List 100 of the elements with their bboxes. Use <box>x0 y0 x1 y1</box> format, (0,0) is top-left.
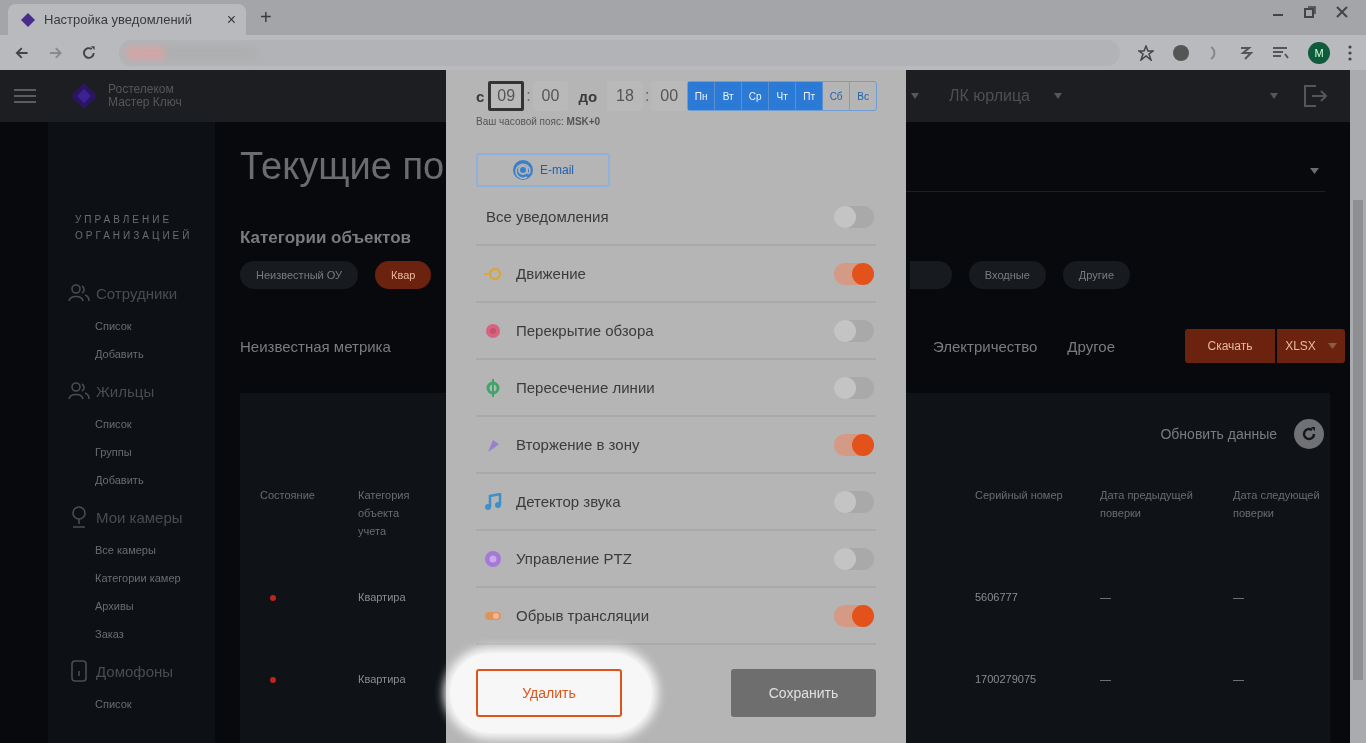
sidebar-group[interactable]: Мои камеры <box>96 508 183 526</box>
category-chip[interactable]: Квар <box>375 261 432 289</box>
browser-tab[interactable]: Настройка уведомлений × <box>8 4 246 35</box>
delete-button[interactable]: Удалить <box>476 669 622 717</box>
section-title: УПРАВЛЕНИЕ ОРГАНИЗАЦИЕЙ <box>75 213 194 243</box>
column-header: Дата предыдущей поверки <box>1100 488 1194 521</box>
refresh-label: Обновить данные <box>1160 426 1277 442</box>
metric-tab[interactable]: Электричество <box>932 337 1038 355</box>
sidebar-group[interactable]: Сотрудники <box>96 284 178 302</box>
timezone-note: Ваш часовой пояс: MSK+0 <box>476 116 602 127</box>
intercom-icon <box>68 659 90 683</box>
hours-field[interactable]: 09 <box>488 81 525 111</box>
diamond-icon <box>20 11 36 28</box>
sidebar-item[interactable]: Список <box>95 690 185 718</box>
notification-label: Все уведомления <box>486 208 609 225</box>
category-chip[interactable]: Входные <box>968 261 1046 289</box>
reload-icon[interactable] <box>81 44 97 61</box>
weekday-toggle[interactable]: Пн <box>688 82 716 110</box>
category-chip[interactable]: Другие <box>1062 261 1130 289</box>
sidebar-item[interactable]: Заказ <box>95 620 185 648</box>
toggle-switch[interactable] <box>834 604 874 627</box>
profile-avatar[interactable]: M <box>1308 41 1330 64</box>
music-note-icon <box>484 492 502 511</box>
caret-icon[interactable] <box>1054 93 1062 99</box>
scrollbar[interactable] <box>1350 70 1366 743</box>
menu-icon[interactable] <box>14 88 36 104</box>
hours-field[interactable]: 18 <box>607 81 643 111</box>
close-icon[interactable] <box>1336 5 1348 18</box>
toggle-switch[interactable] <box>834 319 874 342</box>
caret-icon <box>1310 167 1319 174</box>
sidebar-item[interactable]: Группы <box>95 438 185 466</box>
table-cell-text: 1700279075 <box>975 673 1038 685</box>
sidebar-group[interactable]: Жильцы <box>96 382 155 400</box>
weekday-toggle[interactable]: Чт <box>769 82 797 110</box>
logo-text: Ростелеком Мастер Ключ <box>108 83 182 109</box>
star-icon[interactable] <box>1138 44 1154 61</box>
extension-icon[interactable] <box>1238 44 1254 61</box>
minutes-field[interactable]: 00 <box>532 81 569 111</box>
category-chip[interactable]: Неизвестный ОУ <box>240 261 359 289</box>
notification-label: Пересечение линии <box>516 379 655 396</box>
close-tab-button[interactable]: × <box>226 10 236 29</box>
metric-tab[interactable]: Неизвестная метрика <box>240 337 391 355</box>
table-cell-text: Квартира <box>358 673 407 685</box>
at-sign-icon <box>512 159 534 181</box>
weekday-toggle[interactable]: Вт <box>715 82 743 110</box>
sidebar-item[interactable]: Все камеры <box>95 536 185 564</box>
logout-icon[interactable] <box>1302 83 1328 109</box>
notification-label: Управление PTZ <box>516 550 632 567</box>
toggle-switch[interactable] <box>834 376 874 399</box>
table-cell-text: Квартира <box>358 591 407 603</box>
new-tab-button[interactable]: + <box>260 6 272 29</box>
notification-label: Детектор звука <box>516 493 621 510</box>
sidebar-group[interactable]: Домофоны <box>96 662 174 680</box>
column-header: Категория объекта учета <box>358 488 411 539</box>
weekday-toggle[interactable]: Ср <box>742 82 770 110</box>
diamond-logo-icon <box>69 81 99 111</box>
sidebar-item[interactable]: Добавить <box>95 340 185 368</box>
tab-title: Настройка уведомлений <box>44 12 193 27</box>
forward-icon[interactable] <box>47 44 64 61</box>
metric-tab[interactable]: Другое <box>1067 337 1115 355</box>
restore-icon[interactable] <box>1304 5 1316 18</box>
weekday-toggle[interactable]: Сб <box>823 82 851 110</box>
download-button[interactable]: Скачать <box>1185 329 1275 363</box>
refresh-icon[interactable] <box>1293 418 1325 450</box>
sidebar-item[interactable]: Добавить <box>95 466 185 494</box>
sidebar-item[interactable]: Список <box>95 312 185 340</box>
sidebar-item[interactable]: Список <box>95 410 185 438</box>
from-label: с <box>476 87 485 105</box>
sidebar-item[interactable]: Архивы <box>95 592 185 620</box>
column-header: Дата следующей поверки <box>1233 488 1321 521</box>
page-title: Текущие по <box>240 143 445 188</box>
caret-icon[interactable] <box>911 93 920 99</box>
toggle-switch[interactable] <box>834 547 874 570</box>
table-cell-text: — <box>1100 673 1112 685</box>
notification-label: Перекрытие обзора <box>516 322 654 339</box>
toggle-switch[interactable] <box>834 490 874 513</box>
toggle-switch[interactable] <box>834 262 874 285</box>
column-header: Серийный номер <box>975 488 1064 503</box>
notification-label: Движение <box>516 265 586 282</box>
extension-icon[interactable] <box>1172 43 1190 62</box>
toggle-switch[interactable] <box>834 205 874 228</box>
table-cell-text: — <box>1233 673 1245 685</box>
caret-icon <box>1327 343 1337 349</box>
to-label: до <box>578 87 598 105</box>
extension-icon[interactable] <box>1272 44 1290 61</box>
section-heading: Категории объектов <box>240 228 412 248</box>
time-separator: : <box>526 87 531 105</box>
more-icon[interactable] <box>1348 44 1352 61</box>
sidebar-item[interactable]: Категории камер <box>95 564 185 592</box>
weekday-toggle[interactable]: Вс <box>850 82 877 110</box>
time-separator: : <box>644 87 650 105</box>
email-channel-button[interactable]: E-mail <box>476 153 610 187</box>
table-cell-text: — <box>1100 591 1112 603</box>
table-cell-text: — <box>1233 591 1245 603</box>
table-cell-text: 5606777 <box>975 591 1019 603</box>
minutes-field[interactable]: 00 <box>651 81 688 111</box>
weekday-toggle[interactable]: Пт <box>796 82 824 110</box>
toggle-switch[interactable] <box>834 433 874 456</box>
caret-icon[interactable] <box>1270 93 1278 99</box>
format-dropdown[interactable]: XLSX <box>1277 329 1345 363</box>
